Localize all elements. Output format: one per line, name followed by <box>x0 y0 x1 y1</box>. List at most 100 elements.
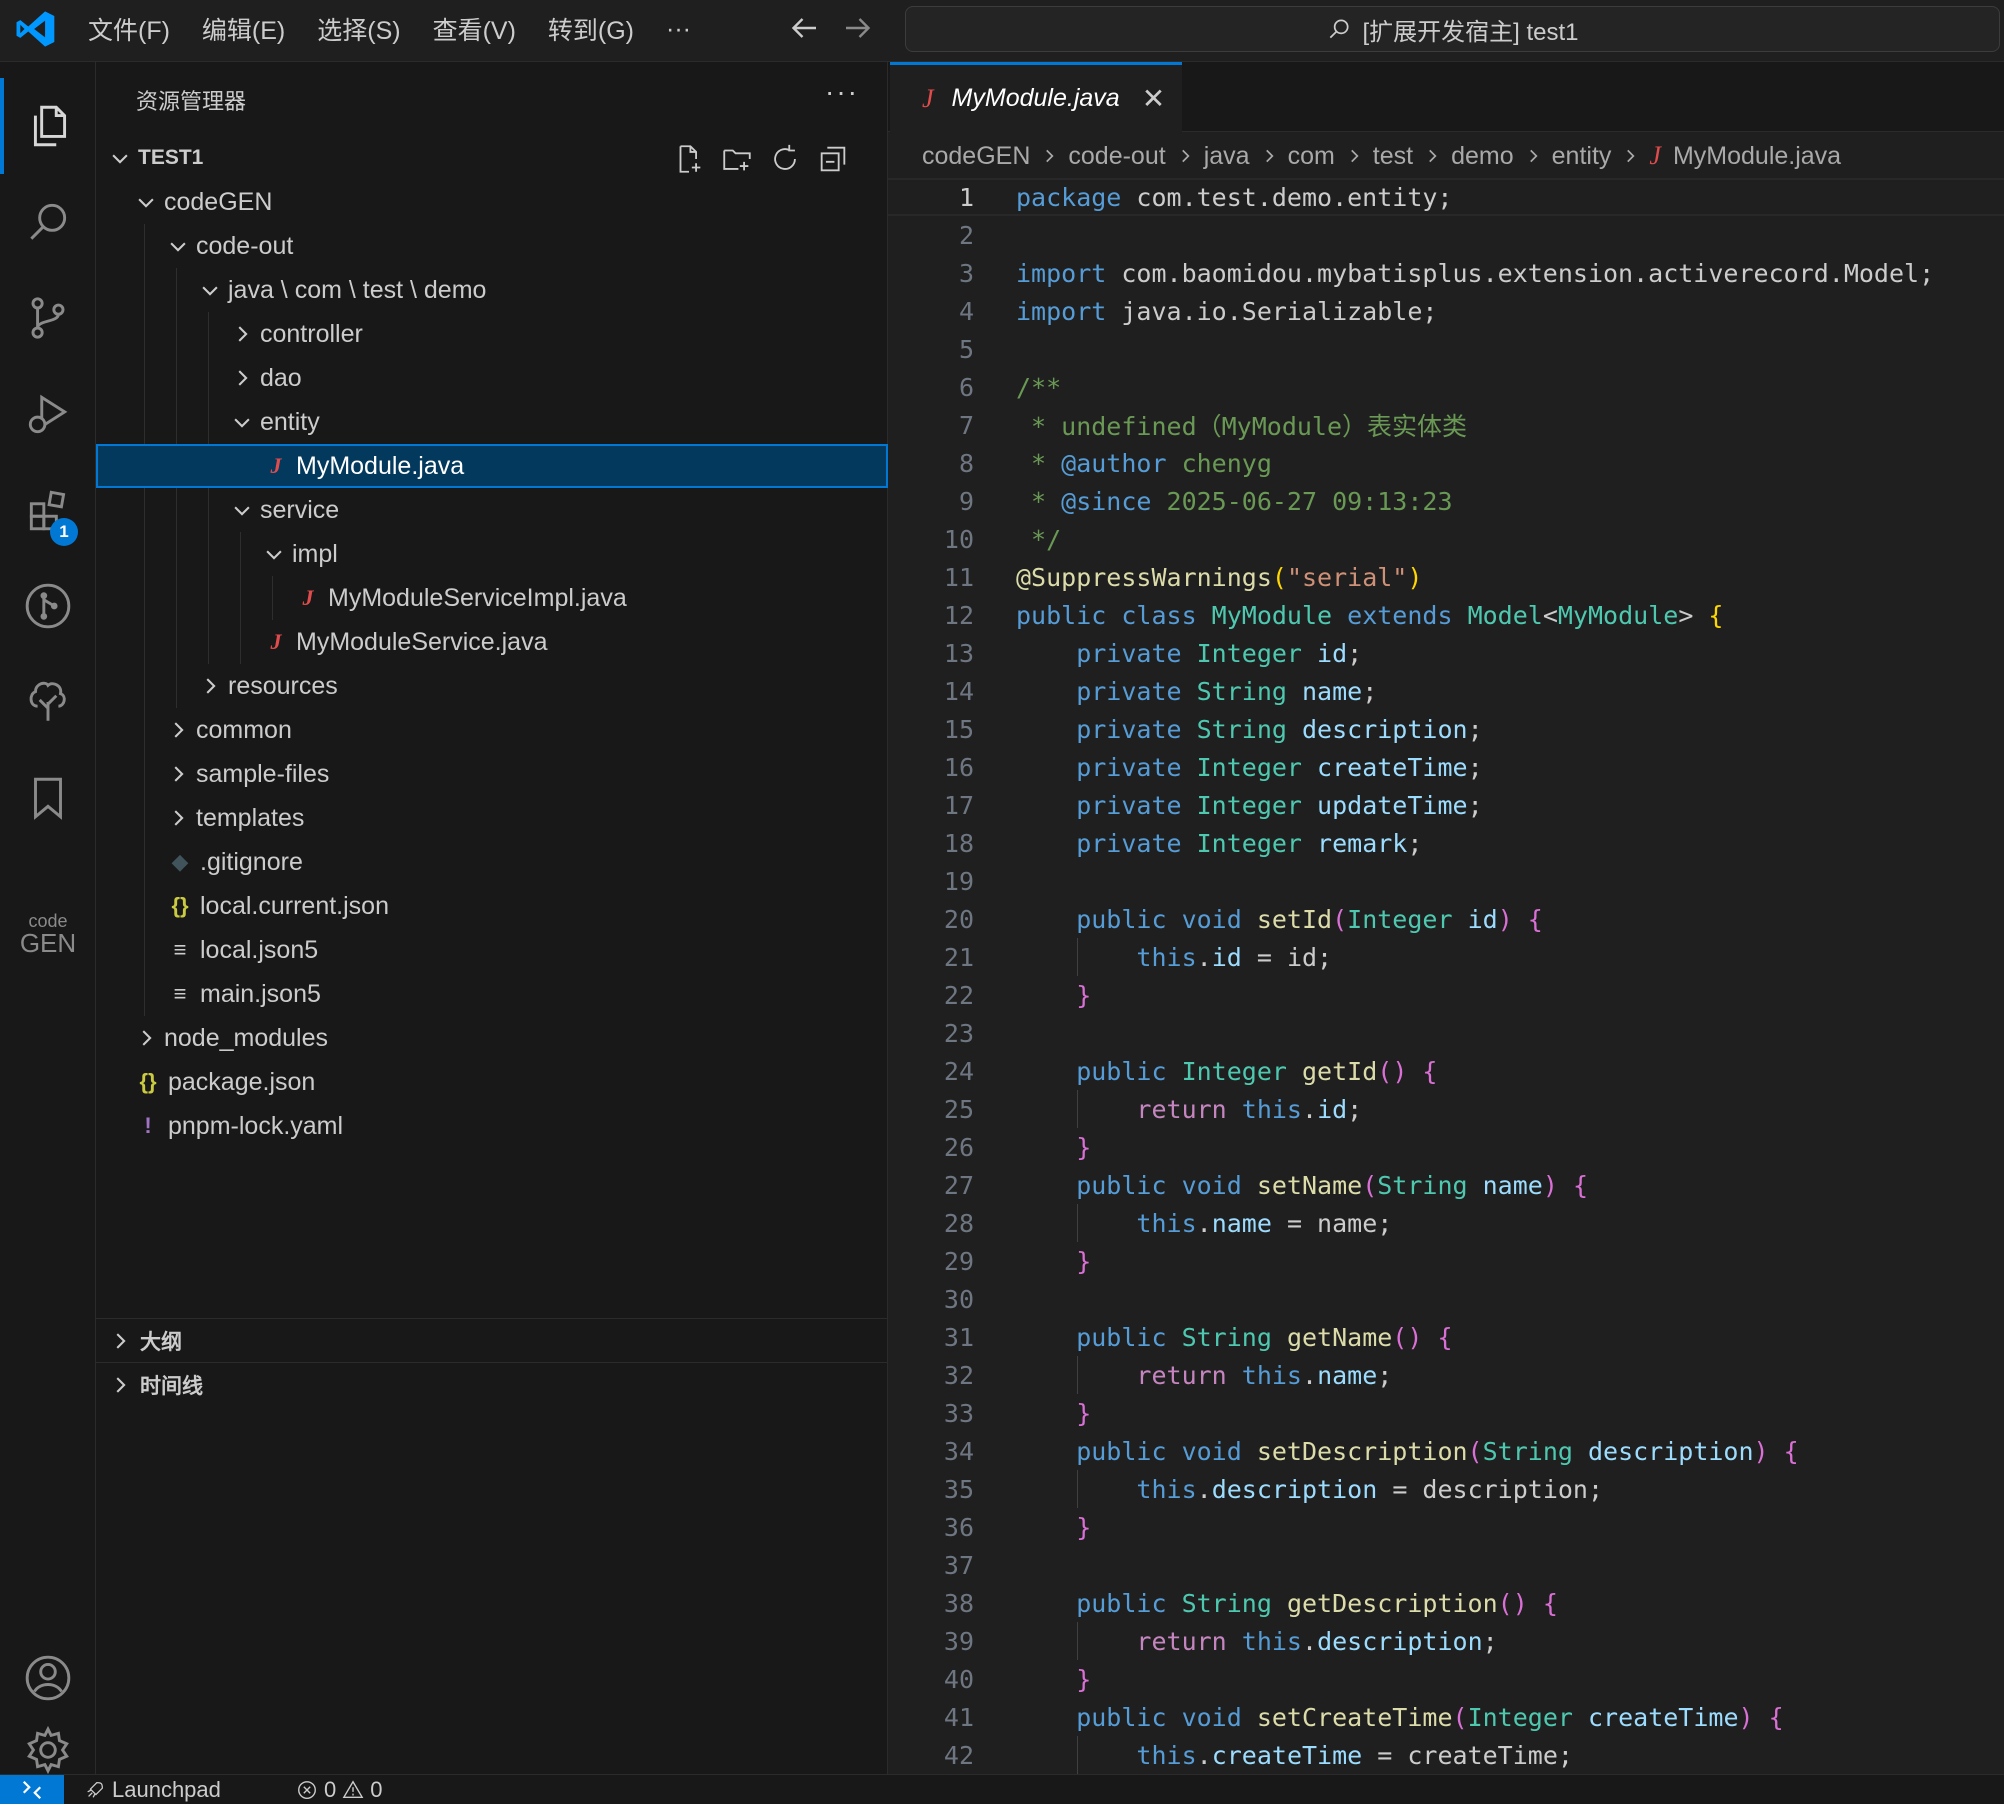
code-line[interactable]: 30 <box>888 1280 2004 1318</box>
code-line[interactable]: 11 @SuppressWarnings("serial") <box>888 558 2004 596</box>
menu-item[interactable]: 文件(F) <box>72 11 186 47</box>
code-line[interactable]: 21 this.id = id; <box>888 938 2004 976</box>
code-line[interactable]: 32 return this.name; <box>888 1356 2004 1394</box>
workspace-root[interactable]: TEST1 <box>96 136 888 180</box>
code-line[interactable]: 26 } <box>888 1128 2004 1166</box>
code-line[interactable]: 8 * @author chenyg <box>888 444 2004 482</box>
search-activity[interactable] <box>0 174 96 270</box>
new-file-icon[interactable] <box>672 142 706 176</box>
code-line[interactable]: 27 public void setName(String name) { <box>888 1166 2004 1204</box>
code-line[interactable]: 6 /** <box>888 368 2004 406</box>
code-line[interactable]: 24 public Integer getId() { <box>888 1052 2004 1090</box>
code-line[interactable]: 3 import com.baomidou.mybatisplus.extensi… <box>888 254 2004 292</box>
tree-file[interactable]: ◆ .gitignore <box>96 840 888 884</box>
code-line[interactable]: 29 } <box>888 1242 2004 1280</box>
menu-item[interactable]: 转到(G) <box>532 11 650 47</box>
command-center-search[interactable]: [扩展开发宿主] test1 <box>905 6 2000 52</box>
code-line[interactable]: 34 public void setDescription(String des… <box>888 1432 2004 1470</box>
breadcrumb-item[interactable]: test <box>1373 142 1413 171</box>
forward-arrow-icon[interactable] <box>840 10 876 46</box>
menu-item[interactable]: 查看(V) <box>417 11 532 47</box>
tree-file[interactable]: ≡ local.json5 <box>96 928 888 972</box>
breadcrumb-item[interactable]: java <box>1204 142 1250 171</box>
timeline-section[interactable]: 时间线 <box>96 1362 888 1406</box>
tree-folder[interactable]: common <box>96 708 888 752</box>
tree-folder[interactable]: code-out <box>96 224 888 268</box>
refresh-icon[interactable] <box>768 142 802 176</box>
new-folder-icon[interactable] <box>720 142 754 176</box>
code-line[interactable]: 20 public void setId(Integer id) { <box>888 900 2004 938</box>
tree-folder[interactable]: impl <box>96 532 888 576</box>
run-debug-activity[interactable] <box>0 366 96 462</box>
code-line[interactable]: 13 private Integer id; <box>888 634 2004 672</box>
source-control-activity[interactable] <box>0 270 96 366</box>
explorer-more-actions[interactable]: ··· <box>825 76 859 108</box>
close-icon[interactable]: ✕ <box>1142 82 1165 115</box>
tree-activity[interactable] <box>0 654 96 750</box>
code-editor[interactable]: 1 package com.test.demo.entity; 2 3 import c… <box>888 178 2004 1774</box>
code-line[interactable]: 37 <box>888 1546 2004 1584</box>
code-line[interactable]: 36 } <box>888 1508 2004 1546</box>
code-line[interactable]: 38 public String getDescription() { <box>888 1584 2004 1622</box>
collapse-all-icon[interactable] <box>816 142 850 176</box>
tree-folder[interactable]: dao <box>96 356 888 400</box>
tree-folder[interactable]: templates <box>96 796 888 840</box>
extensions-activity[interactable]: 1 <box>0 462 96 558</box>
code-line[interactable]: 17 private Integer updateTime; <box>888 786 2004 824</box>
code-line[interactable]: 14 private String name; <box>888 672 2004 710</box>
code-line[interactable]: 5 <box>888 330 2004 368</box>
code-line[interactable]: 1 package com.test.demo.entity; <box>888 178 2004 216</box>
tree-folder[interactable]: sample-files <box>96 752 888 796</box>
code-line[interactable]: 9 * @since 2025-06-27 09:13:23 <box>888 482 2004 520</box>
code-line[interactable]: 35 this.description = description; <box>888 1470 2004 1508</box>
tree-file[interactable]: J MyModuleService.java <box>96 620 888 664</box>
tree-folder[interactable]: resources <box>96 664 888 708</box>
tree-file[interactable]: J MyModuleServiceImpl.java <box>96 576 888 620</box>
gitlens-activity[interactable] <box>0 558 96 654</box>
launchpad-status[interactable]: Launchpad <box>84 1775 221 1804</box>
code-line[interactable]: 31 public String getName() { <box>888 1318 2004 1356</box>
explorer-activity[interactable] <box>0 78 96 174</box>
tree-file[interactable]: ≡ main.json5 <box>96 972 888 1016</box>
code-line[interactable]: 22 } <box>888 976 2004 1014</box>
breadcrumb-item[interactable]: com <box>1288 142 1335 171</box>
breadcrumb-item[interactable]: code-out <box>1068 142 1165 171</box>
breadcrumb-item[interactable]: demo <box>1451 142 1514 171</box>
menu-item[interactable]: 选择(S) <box>301 11 416 47</box>
breadcrumb-item[interactable]: entity <box>1552 142 1612 171</box>
code-line[interactable]: 28 this.name = name; <box>888 1204 2004 1242</box>
tree-file[interactable]: {} local.current.json <box>96 884 888 928</box>
tree-folder[interactable]: node_modules <box>96 1016 888 1060</box>
code-line[interactable]: 33 } <box>888 1394 2004 1432</box>
code-line[interactable]: 42 this.createTime = createTime; <box>888 1736 2004 1774</box>
settings-activity[interactable] <box>0 1725 96 1775</box>
code-line[interactable]: 15 private String description; <box>888 710 2004 748</box>
tree-folder[interactable]: entity <box>96 400 888 444</box>
code-line[interactable]: 7 * undefined（MyModule）表实体类 <box>888 406 2004 444</box>
bookmarks-activity[interactable] <box>0 750 96 846</box>
code-line[interactable]: 10 */ <box>888 520 2004 558</box>
tree-file[interactable]: ! pnpm-lock.yaml <box>96 1104 888 1148</box>
tree-folder[interactable]: controller <box>96 312 888 356</box>
tree-file[interactable]: J MyModule.java <box>96 444 888 488</box>
vscode-logo-icon[interactable] <box>14 8 56 50</box>
code-line[interactable]: 39 return this.description; <box>888 1622 2004 1660</box>
code-line[interactable]: 4 import java.io.Serializable; <box>888 292 2004 330</box>
problems-status[interactable]: 0 0 <box>296 1775 383 1804</box>
code-line[interactable]: 2 <box>888 216 2004 254</box>
code-line[interactable]: 25 return this.id; <box>888 1090 2004 1128</box>
tree-folder[interactable]: codeGEN <box>96 180 888 224</box>
tab-mymodule-java[interactable]: J MyModule.java ✕ <box>890 62 1182 132</box>
tree-folder[interactable]: service <box>96 488 888 532</box>
more-menu-button[interactable]: ··· <box>650 15 707 44</box>
accounts-activity[interactable] <box>0 1630 96 1726</box>
code-line[interactable]: 23 <box>888 1014 2004 1052</box>
tree-file[interactable]: {} package.json <box>96 1060 888 1104</box>
breadcrumb-item[interactable]: codeGEN <box>922 142 1030 171</box>
code-line[interactable]: 16 private Integer createTime; <box>888 748 2004 786</box>
outline-section[interactable]: 大纲 <box>96 1318 888 1362</box>
tree-folder[interactable]: java \ com \ test \ demo <box>96 268 888 312</box>
code-line[interactable]: 18 private Integer remark; <box>888 824 2004 862</box>
code-line[interactable]: 40 } <box>888 1660 2004 1698</box>
menu-item[interactable]: 编辑(E) <box>186 11 301 47</box>
